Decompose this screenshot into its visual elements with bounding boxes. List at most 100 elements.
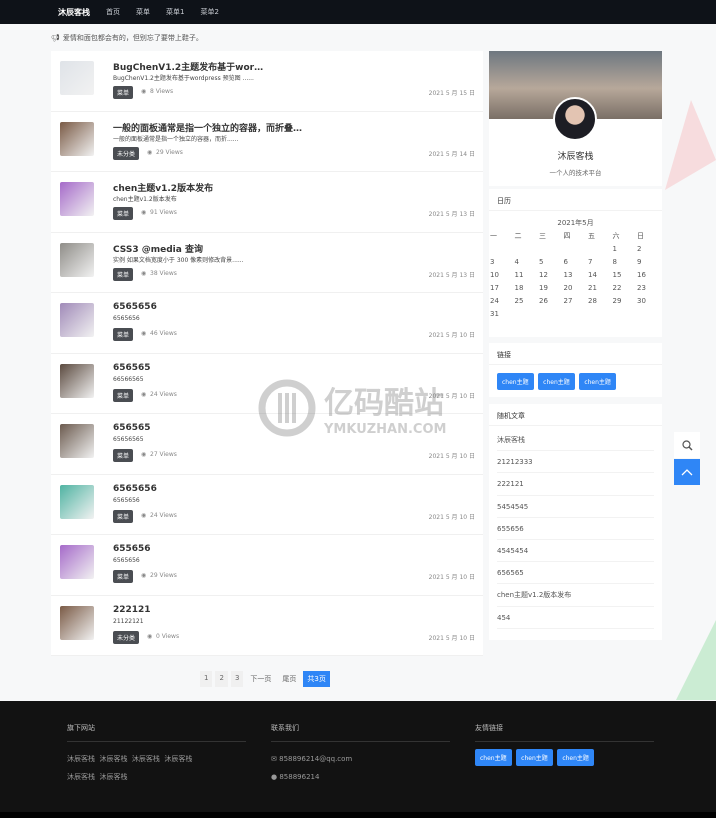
footer-site-link[interactable]: 沐辰客栈 [132,755,160,763]
search-button[interactable] [674,432,700,458]
category-badge[interactable]: 菜单 [113,388,134,402]
post-thumbnail[interactable] [60,605,94,640]
email-icon: ✉ [271,755,277,763]
calendar-day: 31 [490,310,499,318]
page-count: 共3页 [303,671,330,687]
contact-email[interactable]: 858896214@qq.com [279,755,352,763]
footer-site-link[interactable]: 沐辰客栈 [67,773,95,781]
calendar-day: 13 [563,271,573,279]
category-badge[interactable]: 菜单 [113,207,134,220]
random-post-link[interactable]: 4545454 [497,540,654,563]
calendar-day: 2 [637,245,642,253]
calendar-widget: 日历 2021年5月 一二三四五六日 1 2 3 4 5 6 7 8 9 10 11 12 13 14 15 1… [489,189,662,337]
calendar-grid: 一二三四五六日 1 2 3 4 5 6 7 8 9 10 11 12 13 14 15 16 17 18 19 20 21… [489,230,662,321]
category-badge[interactable]: 未分类 [113,146,140,160]
post-thumbnail[interactable] [60,61,94,95]
post-title[interactable]: 一般的面板通常是指一个独立的容器，而折叠… [113,121,302,134]
category-badge[interactable]: 菜单 [113,509,134,523]
footer-site-link[interactable]: 沐辰客栈 [99,773,127,781]
page-1[interactable]: 1 [200,671,213,687]
post-title[interactable]: 222121 [113,605,151,615]
post-thumbnail[interactable] [60,182,94,216]
category-badge[interactable]: 菜单 [113,267,134,281]
post-title[interactable]: chen主题v1.2版本发布 [113,181,213,194]
post-date: 2021 5 月 10 日 [428,332,475,339]
post-title[interactable]: CSS3 @media 查询 [113,242,203,255]
category-badge[interactable]: 菜单 [113,86,134,99]
post-row[interactable]: 656565 66566565 菜单 ◉︎ 24 Views 2021 5 月 … [51,354,483,414]
nav-item-menu[interactable]: 菜单 [136,7,150,17]
post-row[interactable]: BugChenV1.2主题发布基于wor… BugChenV1.2主题发布基于w… [51,51,483,112]
post-title[interactable]: 656565 [113,423,151,433]
post-thumbnail[interactable] [60,363,94,398]
weekday-label: 一 [490,232,497,240]
post-row[interactable]: CSS3 @media 查询 实例 如果文档宽度小于 300 像素则修改背景..… [51,233,483,293]
calendar-day: 17 [490,284,499,292]
random-post-link[interactable]: 656565 [497,562,654,585]
nav-item-menu1[interactable]: 菜单1 [166,7,184,17]
brand-logo[interactable]: 沐辰客栈 [58,7,90,18]
footer-site-link[interactable]: 沐辰客栈 [99,755,127,763]
post-row[interactable]: 656565 65656565 菜单 ◉︎ 27 Views 2021 5 月 … [51,414,483,475]
category-badge[interactable]: 菜单 [113,449,134,462]
eye-icon: ◉︎ [141,88,147,95]
nav-item-menu2[interactable]: 菜单2 [200,7,218,17]
eye-icon: ◉︎ [147,148,153,156]
post-thumbnail[interactable] [60,545,94,579]
post-thumbnail[interactable] [60,424,94,458]
last-page[interactable]: 尾页 [278,671,300,687]
post-row[interactable]: 6565656 6565656 菜单 ◉︎ 24 Views 2021 5 月 … [51,475,483,535]
calendar-heading: 日历 [489,189,662,211]
post-views: 8 Views [150,88,174,95]
post-row[interactable]: 一般的面板通常是指一个独立的容器，而折叠… 一般的面板通常是指一个独立的容器，而… [51,112,483,172]
page-2[interactable]: 2 [215,671,228,687]
category-badge[interactable]: 菜单 [113,570,134,583]
page-3[interactable]: 3 [230,671,244,687]
footer-site-link[interactable]: 沐辰客栈 [67,755,95,763]
post-title[interactable]: BugChenV1.2主题发布基于wor… [113,60,263,73]
link-button[interactable]: chen主题 [497,373,534,390]
post-thumbnail[interactable] [60,242,94,277]
link-button[interactable]: chen主题 [579,373,616,390]
nav-item-home[interactable]: 首页 [106,7,120,17]
post-row[interactable]: 6565656 6565656 菜单 ◉︎ 46 Views 2021 5 月 … [51,293,483,354]
random-post-link[interactable]: 655656 [497,518,654,540]
category-badge[interactable]: 菜单 [113,328,134,341]
category-badge[interactable]: 未分类 [113,630,140,644]
post-thumbnail[interactable] [60,121,94,156]
friend-link-button[interactable]: chen主题 [516,749,553,766]
random-post-link[interactable]: 沐辰客栈 [497,429,654,452]
random-post-link[interactable]: 5454545 [497,496,654,518]
random-post-link[interactable]: 222121 [497,473,654,496]
post-title[interactable]: 655656 [113,544,151,554]
random-post-link[interactable]: chen主题v1.2版本发布 [497,584,654,607]
friend-link-button[interactable]: chen主题 [557,749,594,766]
calendar-day: 26 [539,297,548,305]
weekday-label: 三 [539,232,546,240]
post-excerpt: 实例 如果文档宽度小于 300 像素则修改背景...... [113,256,244,264]
footer-contact-heading: 联系我们 [271,723,450,742]
notice-bar: 📢︎ 爱情和面包都会有的，但别忘了要带上鞋子。 [51,33,203,43]
post-title[interactable]: 656565 [113,363,151,373]
calendar-day: 27 [563,297,573,305]
link-button[interactable]: chen主题 [538,373,575,390]
back-to-top-button[interactable] [674,459,700,485]
post-views: 29 Views [150,572,177,579]
next-page[interactable]: 下一页 [246,671,275,687]
friend-link-button[interactable]: chen主题 [475,749,512,766]
post-thumbnail[interactable] [60,484,94,519]
post-row[interactable]: 655656 6565656 菜单 ◉︎ 29 Views 2021 5 月 1… [51,535,483,596]
post-title[interactable]: 6565656 [113,302,157,312]
post-row[interactable]: 222121 21122121 未分类 ◉︎ 0 Views 2021 5 月 … [51,596,483,656]
post-row[interactable]: chen主题v1.2版本发布 chen主题v1.2版本发布 菜单 ◉︎ 91 V… [51,172,483,233]
weekday-label: 六 [612,232,620,240]
random-heading: 随机文章 [489,404,662,426]
post-title[interactable]: 6565656 [113,484,157,494]
post-excerpt: 65656565 [113,436,144,443]
random-post-link[interactable]: 454 [497,607,654,629]
post-thumbnail[interactable] [60,303,94,337]
avatar[interactable] [553,97,597,141]
footer-site-link[interactable]: 沐辰客栈 [164,755,192,763]
post-views: 24 Views [150,511,177,519]
random-post-link[interactable]: 21212333 [497,451,654,474]
